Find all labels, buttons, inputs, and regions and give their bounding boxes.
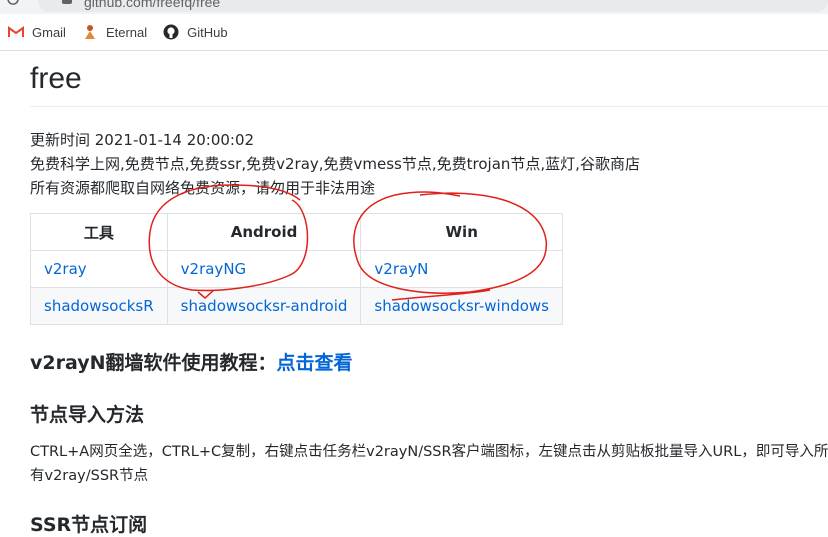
header-win: Win bbox=[360, 213, 563, 251]
title-divider bbox=[30, 106, 828, 107]
table-row: shadowsocksR shadowsocksr-android shadow… bbox=[30, 287, 563, 325]
url-text[interactable]: github.com/freefq/free bbox=[84, 0, 220, 10]
link-shadowsocksr-android[interactable]: shadowsocksr-android bbox=[181, 297, 348, 315]
link-v2rayn[interactable]: v2rayN bbox=[374, 260, 428, 278]
eternal-icon bbox=[82, 24, 98, 40]
github-icon bbox=[163, 24, 179, 40]
table-row: v2ray v2rayNG v2rayN bbox=[30, 250, 563, 288]
tutorial-heading-text: v2rayN翻墙软件使用教程： bbox=[30, 352, 277, 374]
description-line-2: 所有资源都爬取自网络免费资源，请勿用于非法用途 bbox=[30, 179, 376, 197]
table-header-row: 工具 Android Win bbox=[30, 213, 563, 251]
page-title: free bbox=[30, 62, 82, 95]
address-bar-area: github.com/freefq/free bbox=[0, 0, 828, 14]
tools-table: 工具 Android Win v2ray v2rayNG v2rayN shad… bbox=[30, 213, 563, 325]
reload-icon[interactable] bbox=[6, 0, 20, 6]
header-android: Android bbox=[166, 213, 362, 251]
table-cell: shadowsocksr-android bbox=[166, 287, 362, 325]
table-cell: shadowsocksR bbox=[30, 287, 168, 325]
bookmark-gmail[interactable]: Gmail bbox=[8, 24, 66, 40]
link-v2ray[interactable]: v2ray bbox=[44, 260, 87, 278]
header-tools: 工具 bbox=[30, 213, 168, 251]
bookmark-label: GitHub bbox=[187, 24, 228, 40]
lock-icon bbox=[62, 0, 72, 4]
link-shadowsocksr-windows[interactable]: shadowsocksr-windows bbox=[374, 297, 549, 315]
updated-time: 更新时间 2021-01-14 20:00:02 bbox=[30, 131, 255, 149]
bookmark-github[interactable]: GitHub bbox=[163, 24, 228, 40]
table-cell: v2rayNG bbox=[166, 250, 362, 288]
intro-text: 更新时间 2021-01-14 20:00:02 免费科学上网,免费节点,免费s… bbox=[30, 128, 640, 200]
link-v2rayng[interactable]: v2rayNG bbox=[181, 260, 247, 278]
subscription-heading: SSR节点订阅 bbox=[30, 514, 148, 536]
gmail-icon bbox=[8, 24, 24, 40]
bookmark-eternal[interactable]: Eternal bbox=[82, 24, 147, 40]
import-instructions: CTRL+A网页全选，CTRL+C复制，右键点击任务栏v2rayN/SSR客户端… bbox=[30, 444, 828, 484]
table-cell: v2ray bbox=[30, 250, 168, 288]
bookmarks-bar: Gmail Eternal GitHub bbox=[0, 14, 828, 51]
tutorial-link[interactable]: 点击查看 bbox=[277, 352, 353, 374]
description-line-1: 免费科学上网,免费节点,免费ssr,免费v2ray,免费vmess节点,免费tr… bbox=[30, 155, 640, 173]
tutorial-heading: v2rayN翻墙软件使用教程：点击查看 bbox=[30, 348, 353, 375]
table-cell: v2rayN bbox=[360, 250, 563, 288]
table-cell: shadowsocksr-windows bbox=[360, 287, 563, 325]
link-shadowsocksr[interactable]: shadowsocksR bbox=[44, 297, 154, 315]
import-heading: 节点导入方法 bbox=[30, 404, 145, 426]
bookmark-label: Gmail bbox=[32, 24, 66, 40]
bookmark-label: Eternal bbox=[105, 24, 148, 40]
